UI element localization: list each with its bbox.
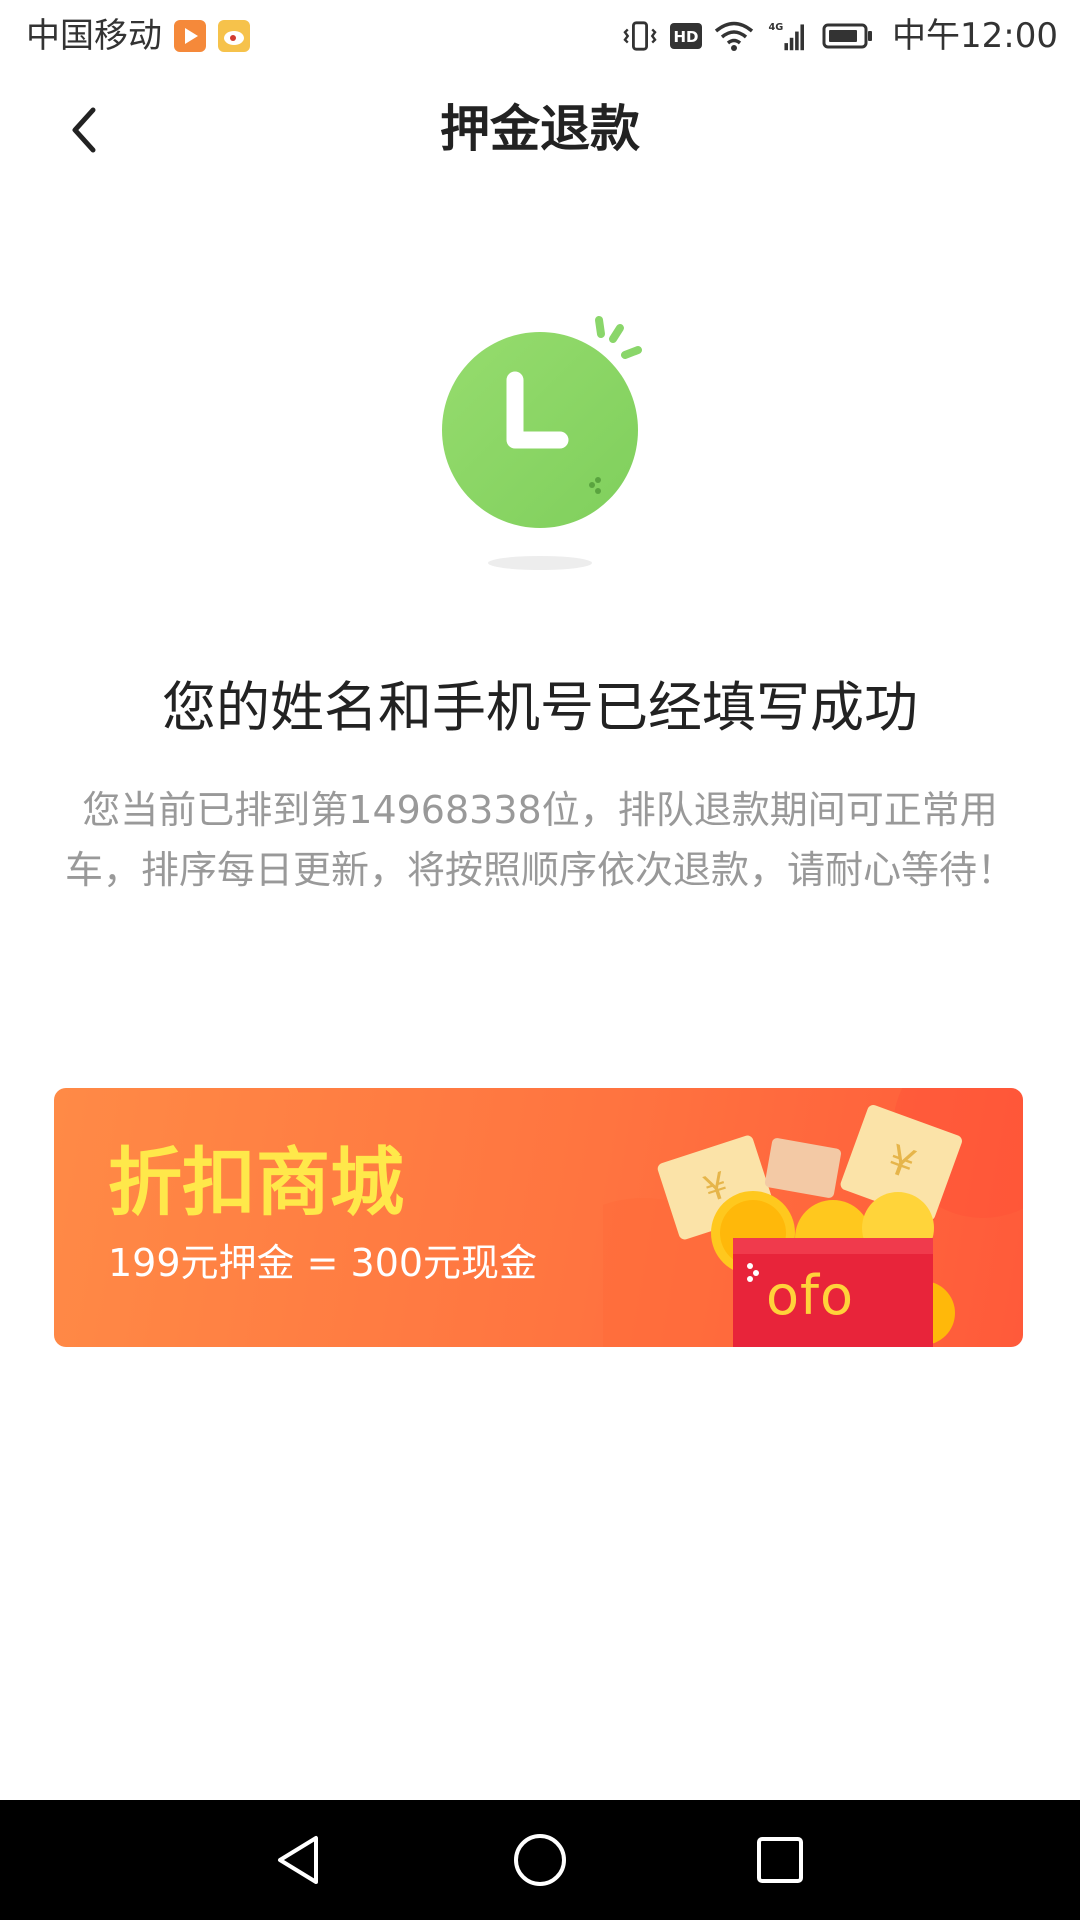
status-time: 中午12:00: [892, 16, 1058, 56]
recents-square-icon[interactable]: [750, 1830, 810, 1890]
system-navigation-bar: [0, 1800, 1080, 1920]
page-title: 押金退款: [440, 100, 640, 158]
video-app-icon: [174, 20, 206, 52]
vibrate-icon: [623, 21, 657, 51]
signal-icon: 4G: [768, 22, 805, 51]
network-type: 4G: [768, 22, 783, 33]
discount-mall-banner[interactable]: ¥ ¥ 折扣商城 199元押金 = 300元现金 ofo: [54, 1088, 1023, 1347]
queue-description: 您当前已排到第14968338位，排队退款期间可正常用车，排序每日更新，将按照顺…: [64, 788, 1015, 892]
wifi-icon: [714, 21, 754, 51]
navigation-bar: 押金退款: [0, 75, 1080, 185]
clock-icon: [442, 316, 642, 570]
weibo-app-icon: [218, 20, 250, 52]
carrier-name: 中国移动: [26, 16, 162, 56]
back-triangle-icon[interactable]: [270, 1830, 330, 1890]
home-circle-icon[interactable]: [510, 1830, 570, 1890]
hd-icon: HD: [670, 23, 703, 49]
svg-text:HD: HD: [674, 28, 699, 46]
banner-title: 折扣商城: [108, 1140, 404, 1226]
deposit-refund-screen: 中国移动 HD 4G 中午12:00 押金退款 您的姓名和手机号已经填写成功 您…: [0, 0, 1080, 1920]
banner-subtitle: 199元押金 = 300元现金: [108, 1241, 538, 1285]
success-headline: 您的姓名和手机号已经填写成功: [162, 676, 918, 739]
status-icons: HD 4G 中午12:00: [622, 16, 1058, 56]
battery-icon: [822, 23, 873, 49]
ofo-logo: ofo: [766, 1264, 855, 1327]
status-bar: 中国移动 HD 4G 中午12:00: [0, 0, 1080, 75]
